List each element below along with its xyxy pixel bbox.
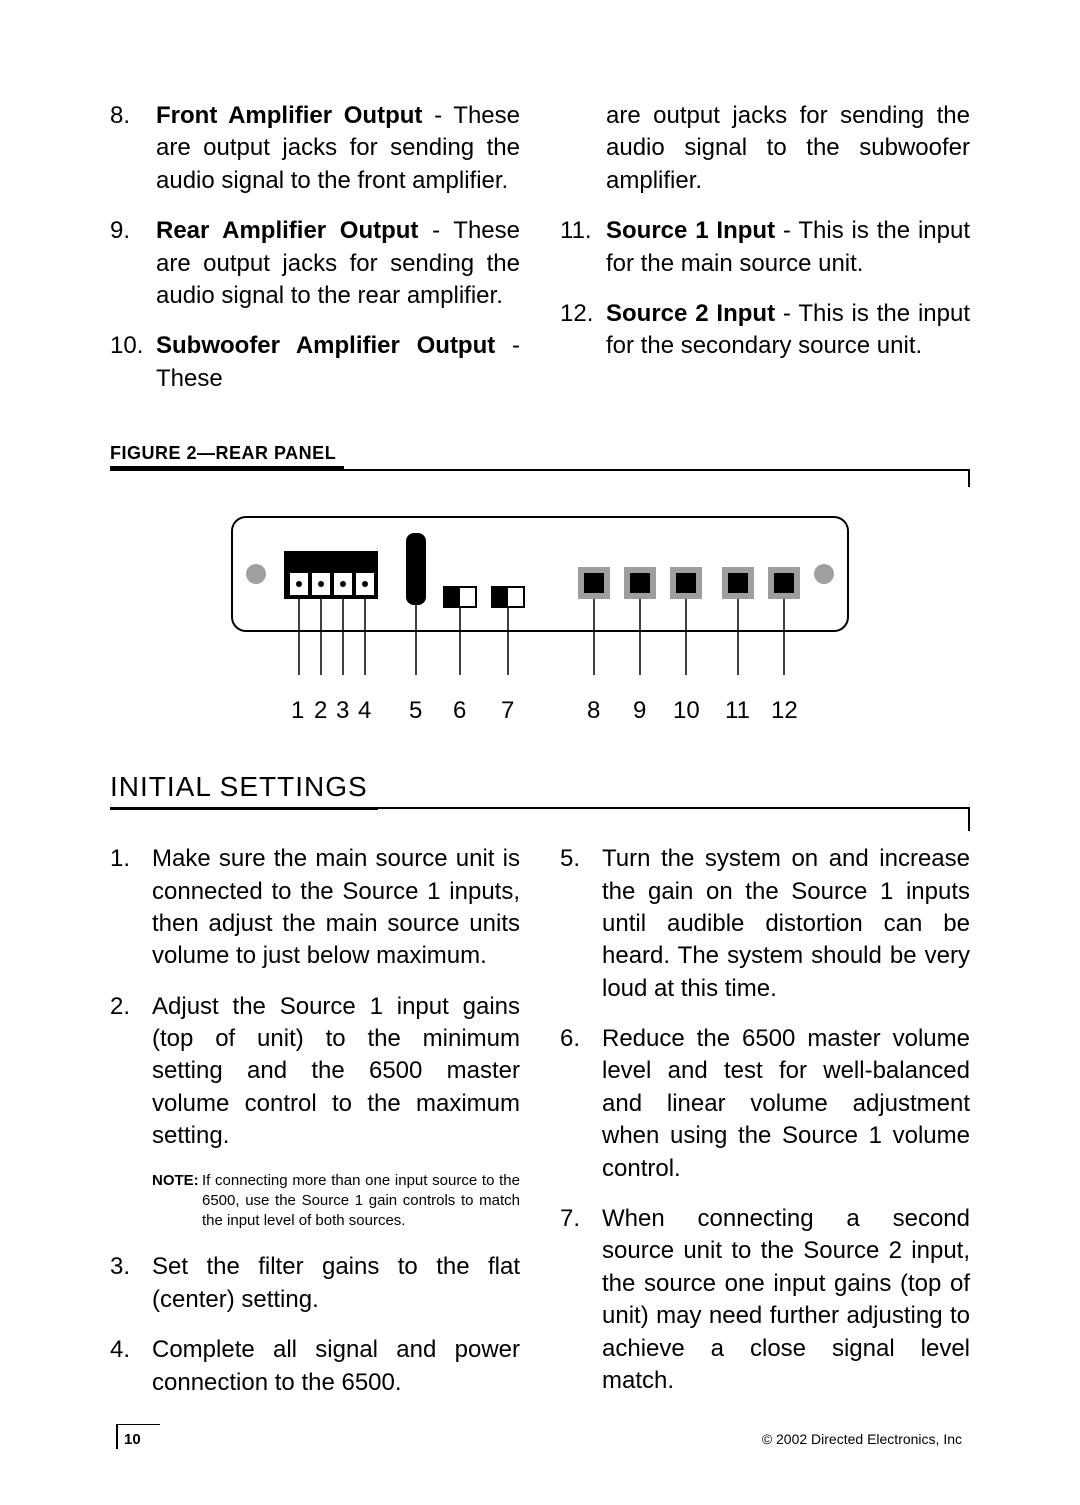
diagram-num: 6 <box>453 695 466 727</box>
note-block: NOTE: If connecting more than one input … <box>110 1171 520 1232</box>
step-text: Adjust the Source 1 input gains (top of … <box>152 993 520 1150</box>
diagram-num: 11 <box>725 695 750 727</box>
item-descriptions: 8. Front Amplifier Output - These are ou… <box>110 100 970 413</box>
diagram-num: 12 <box>771 695 798 727</box>
step-num: 2. <box>110 991 130 1023</box>
step-num: 5. <box>560 843 580 875</box>
desc-num: 12. <box>560 298 593 330</box>
step-item: 5. Turn the system on and increase the g… <box>602 843 970 1005</box>
step-text: Turn the system on and increase the gain… <box>602 845 970 1002</box>
page-number: 10 <box>116 1424 160 1449</box>
desc-bold: Rear Amplifier Output <box>156 217 418 244</box>
step-text: Complete all signal and power connection… <box>152 1336 520 1395</box>
step-item: 6. Reduce the 6500 master volume level a… <box>602 1023 970 1185</box>
diagram-num: 9 <box>633 695 646 727</box>
rule-tick-icon <box>968 807 970 831</box>
desc-bold: Subwoofer Amplifier Output <box>156 332 495 359</box>
desc-item: 8. Front Amplifier Output - These are ou… <box>156 100 520 197</box>
step-item: 1. Make sure the main source unit is con… <box>152 843 520 973</box>
desc-num: 11. <box>560 215 592 247</box>
diagram-num: 8 <box>587 695 600 727</box>
step-item: 7. When connecting a second source unit … <box>602 1203 970 1397</box>
rule-tick-icon <box>968 469 970 487</box>
copyright-text: © 2002 Directed Electronics, Inc <box>762 1430 962 1449</box>
desc-num: 9. <box>110 215 130 247</box>
step-num: 3. <box>110 1251 130 1283</box>
step-text: Reduce the 6500 master volume level and … <box>602 1025 970 1182</box>
desc-bold: Source 2 Input <box>606 300 775 327</box>
desc-item: 11. Source 1 Input - This is the input f… <box>606 215 970 280</box>
diagram-num: 5 <box>409 695 422 727</box>
step-text: Make sure the main source unit is connec… <box>152 845 520 969</box>
figure-label-rule: FIGURE 2—REAR PANEL <box>110 443 970 471</box>
initial-settings: 1. Make sure the main source unit is con… <box>110 843 970 1417</box>
step-num: 4. <box>110 1334 130 1366</box>
diagram-num: 10 <box>673 695 700 727</box>
step-text: When connecting a second source unit to … <box>602 1205 970 1394</box>
note-text: If connecting more than one input source… <box>202 1171 520 1232</box>
step-num: 1. <box>110 843 130 875</box>
desc-num: 8. <box>110 100 130 132</box>
desc-continued: are output jacks for sending the audio s… <box>560 100 970 197</box>
step-item: 3. Set the filter gains to the flat (cen… <box>152 1251 520 1316</box>
page-footer: 10 © 2002 Directed Electronics, Inc <box>116 1424 962 1449</box>
step-num: 7. <box>560 1203 580 1235</box>
section-heading: INITIAL SETTINGS <box>110 767 378 810</box>
note-label: NOTE: <box>152 1171 202 1232</box>
desc-item: 12. Source 2 Input - This is the input f… <box>606 298 970 363</box>
diagram-num: 1 <box>291 695 304 727</box>
step-item: 4. Complete all signal and power connect… <box>152 1334 520 1399</box>
diagram-num: 3 <box>336 695 349 727</box>
diagram-num: 2 <box>314 695 327 727</box>
diagram-num: 7 <box>501 695 514 727</box>
desc-item: 9. Rear Amplifier Output - These are out… <box>156 215 520 312</box>
step-text: Set the filter gains to the flat (center… <box>152 1253 520 1312</box>
desc-bold: Source 1 Input <box>606 217 775 244</box>
rear-panel-diagram: 1 2 3 4 5 6 7 8 9 10 11 12 <box>230 515 850 731</box>
desc-num: 10. <box>110 330 143 362</box>
diagram-number-labels: 1 2 3 4 5 6 7 8 9 10 11 12 <box>230 695 850 731</box>
desc-bold: Front Amplifier Output <box>156 102 422 129</box>
section-rule: INITIAL SETTINGS <box>110 767 970 809</box>
step-item: 2. Adjust the Source 1 input gains (top … <box>152 991 520 1153</box>
figure-label: FIGURE 2—REAR PANEL <box>110 441 344 469</box>
step-num: 6. <box>560 1023 580 1055</box>
desc-item: 10. Subwoofer Amplifier Output - These <box>156 330 520 395</box>
diagram-num: 4 <box>358 695 371 727</box>
